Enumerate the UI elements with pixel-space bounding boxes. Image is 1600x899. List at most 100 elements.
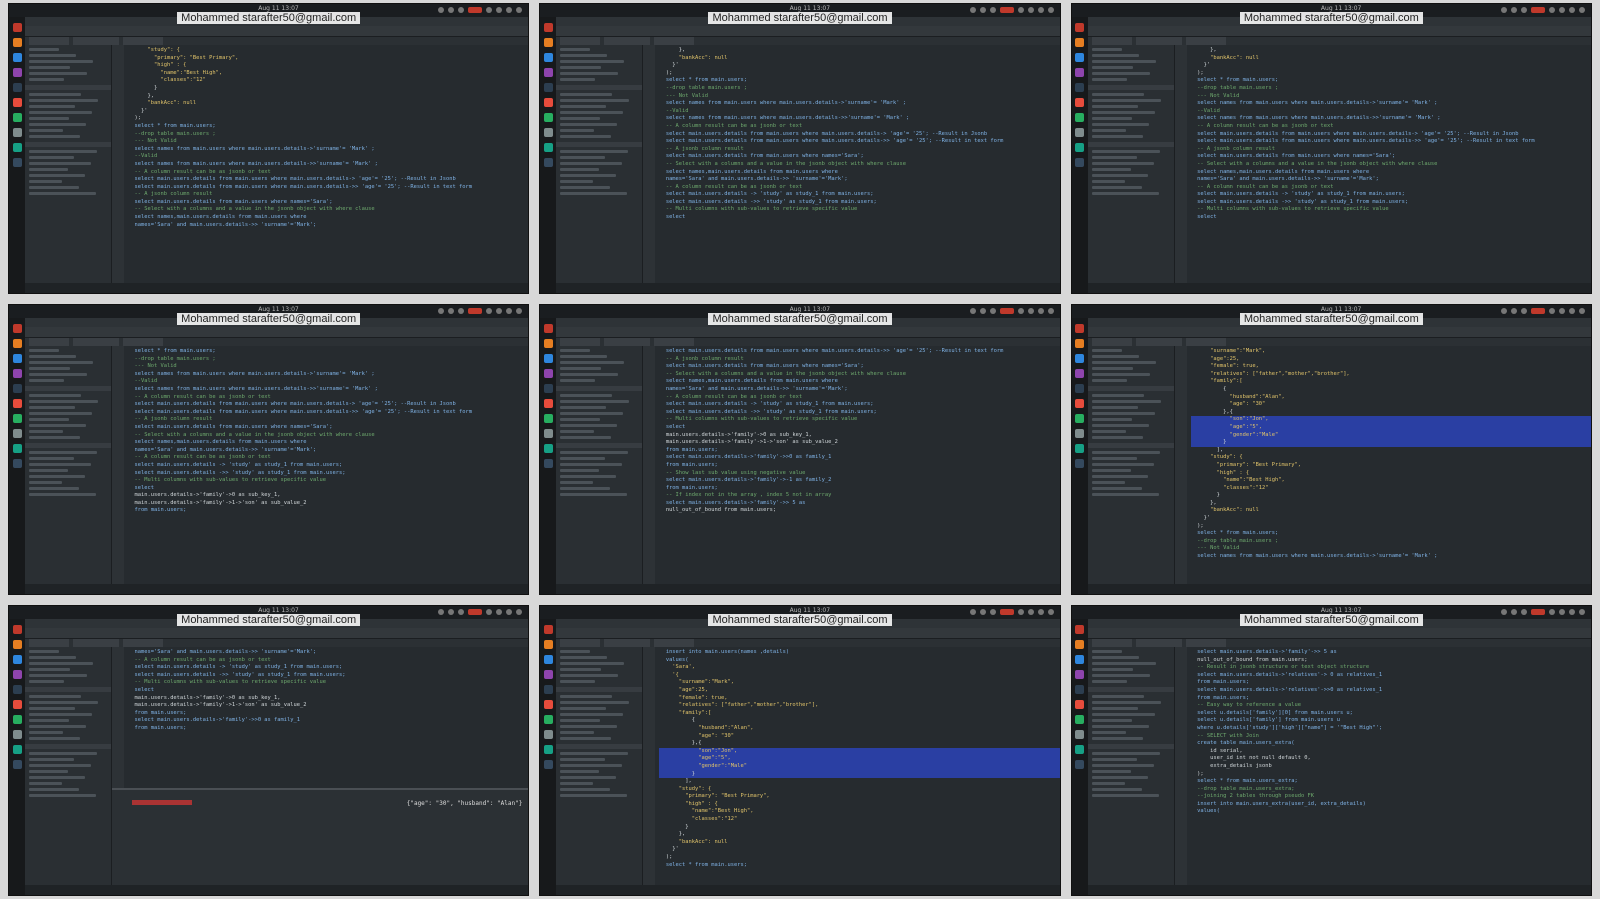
tree-item[interactable] <box>560 668 602 671</box>
tree-item[interactable] <box>1091 719 1132 722</box>
tree-item[interactable] <box>560 174 617 177</box>
tree-item[interactable] <box>29 463 91 466</box>
tree-item[interactable] <box>29 424 86 427</box>
tree-item[interactable] <box>1091 463 1154 466</box>
tree-item[interactable] <box>1091 764 1154 767</box>
dock-app-icon[interactable] <box>543 83 553 92</box>
tree-item[interactable] <box>560 78 596 81</box>
tree-item[interactable] <box>560 180 594 183</box>
tree-item[interactable] <box>1091 123 1149 126</box>
tree-item[interactable] <box>1091 418 1132 421</box>
tree-item[interactable] <box>1091 367 1133 370</box>
tree-item[interactable] <box>29 481 62 484</box>
tree-item[interactable] <box>1091 93 1144 96</box>
tree-item[interactable] <box>560 725 618 728</box>
dock-app-icon[interactable] <box>543 98 553 107</box>
tree-item[interactable] <box>29 782 62 785</box>
sql-editor[interactable]: select main.users.details from main.user… <box>643 346 1060 584</box>
editor-tab[interactable] <box>123 639 163 647</box>
tree-item[interactable] <box>29 192 96 195</box>
tree-item[interactable] <box>560 674 619 677</box>
tree-item[interactable] <box>29 737 80 740</box>
tree-item[interactable] <box>29 788 79 791</box>
tree-item[interactable] <box>29 361 93 364</box>
tree-item[interactable] <box>560 701 630 704</box>
dock-app-icon[interactable] <box>12 760 22 769</box>
code-text[interactable]: insert into main.users(names ,details) v… <box>659 649 1060 869</box>
tree-item[interactable] <box>1091 776 1148 779</box>
toolbar[interactable] <box>556 26 1060 37</box>
tree-item[interactable] <box>560 406 607 409</box>
tree-item[interactable] <box>1091 129 1126 132</box>
dock-app-icon[interactable] <box>543 640 553 649</box>
dock-app-icon[interactable] <box>12 98 22 107</box>
tree-item[interactable] <box>1091 695 1144 698</box>
tree-item[interactable] <box>1091 400 1161 403</box>
tree-item[interactable] <box>29 168 68 171</box>
editor-tab[interactable] <box>29 639 69 647</box>
tree-item[interactable] <box>29 54 76 57</box>
tree-item[interactable] <box>29 725 86 728</box>
tree-item[interactable] <box>560 719 601 722</box>
editor-tab[interactable] <box>29 37 69 45</box>
sql-editor[interactable]: }, "bankAcc": null }' ); select * from m… <box>643 45 1060 283</box>
editor-tab[interactable] <box>1135 37 1182 45</box>
dock-app-icon[interactable] <box>1075 655 1085 664</box>
editor-tab[interactable] <box>604 639 651 647</box>
dock-app-icon[interactable] <box>543 655 553 664</box>
dock-app-icon[interactable] <box>12 38 22 47</box>
tree-item[interactable] <box>1091 186 1142 189</box>
dock-app-icon[interactable] <box>1075 459 1085 468</box>
tree-item[interactable] <box>29 66 70 69</box>
tree-item[interactable] <box>29 180 62 183</box>
tree-item[interactable] <box>29 770 68 773</box>
tree-item[interactable] <box>29 150 97 153</box>
tree-item[interactable] <box>1091 469 1131 472</box>
code-text[interactable]: select main.users.details from main.user… <box>659 348 1059 515</box>
dock-app-icon[interactable] <box>12 53 22 62</box>
tree-item[interactable] <box>29 418 69 421</box>
tree-item[interactable] <box>29 656 76 659</box>
tree-item[interactable] <box>1091 475 1148 478</box>
tree-item[interactable] <box>29 469 68 472</box>
tree-item[interactable] <box>560 373 619 376</box>
dock-app-icon[interactable] <box>543 700 553 709</box>
toolbar[interactable] <box>1087 26 1591 37</box>
dock-app-icon[interactable] <box>1075 730 1085 739</box>
tree-item[interactable] <box>560 99 630 102</box>
editor-tab[interactable] <box>604 37 651 45</box>
tree-item[interactable] <box>29 451 97 454</box>
dock-app-icon[interactable] <box>543 760 553 769</box>
dock-app-icon[interactable] <box>543 685 553 694</box>
tree-item[interactable] <box>1091 394 1144 397</box>
tree-item[interactable] <box>29 60 93 63</box>
tree-item[interactable] <box>560 349 591 352</box>
dock-app-icon[interactable] <box>543 429 553 438</box>
editor-tab[interactable] <box>123 37 163 45</box>
dock-app-icon[interactable] <box>1075 98 1085 107</box>
tree-item[interactable] <box>560 117 601 120</box>
tree-item[interactable] <box>29 78 64 81</box>
tree-item[interactable] <box>29 48 59 51</box>
tree-item[interactable] <box>560 770 600 773</box>
dock-app-icon[interactable] <box>543 128 553 137</box>
tree-item[interactable] <box>560 481 594 484</box>
tree-item[interactable] <box>560 135 612 138</box>
tree-item[interactable] <box>29 162 91 165</box>
tree-item[interactable] <box>29 650 59 653</box>
editor-tab[interactable] <box>654 338 695 346</box>
tree-item[interactable] <box>29 123 86 126</box>
results-panel[interactable]: {"age": "30", "husband": "Alan"} <box>112 788 529 885</box>
editor-tab[interactable] <box>1091 338 1132 346</box>
code-text[interactable]: "study": { "primary": "Best Primary", "h… <box>128 47 528 229</box>
tree-item[interactable] <box>560 412 624 415</box>
tree-item[interactable] <box>560 168 600 171</box>
sql-editor[interactable]: select main.users.details->'family'->> 5… <box>1174 647 1591 885</box>
tree-item[interactable] <box>29 713 92 716</box>
dock-app-icon[interactable] <box>1075 745 1085 754</box>
tree-item[interactable] <box>29 72 87 75</box>
tree-item[interactable] <box>1091 662 1156 665</box>
dock-app-icon[interactable] <box>543 68 553 77</box>
tree-item[interactable] <box>29 668 70 671</box>
dock-app-icon[interactable] <box>1075 670 1085 679</box>
